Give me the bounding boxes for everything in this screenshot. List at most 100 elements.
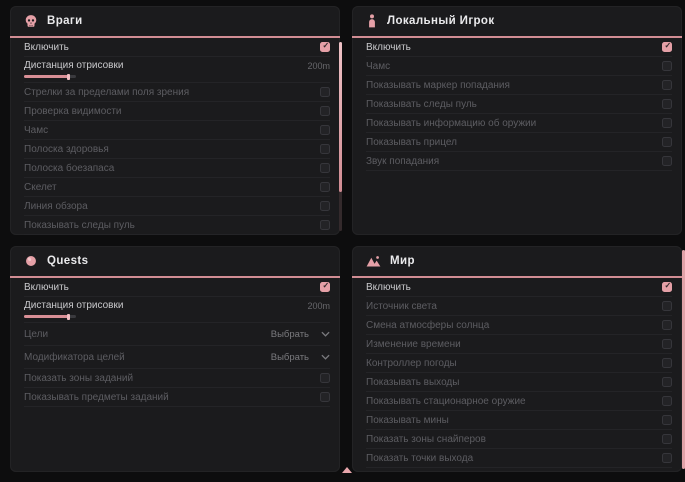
row-label: Показывать предметы заданий — [24, 392, 169, 403]
row-label: Чамс — [366, 61, 390, 72]
checkbox[interactable] — [320, 106, 330, 116]
settings-row: Проверка видимости — [24, 102, 330, 121]
panel-rows: ВключитьДистанция отрисовки200mЦелиВыбра… — [10, 278, 340, 407]
checkbox[interactable] — [320, 392, 330, 402]
checkbox[interactable] — [662, 282, 672, 292]
row-label: Включить — [366, 42, 411, 53]
settings-row: Показывать маркер попадания — [366, 76, 672, 95]
settings-row: Показывать выходы — [366, 373, 672, 392]
checkbox[interactable] — [320, 201, 330, 211]
checkbox[interactable] — [662, 301, 672, 311]
checkbox[interactable] — [320, 182, 330, 192]
dropdown-value: Выбрать — [271, 329, 309, 340]
row-label: Чамс — [24, 125, 48, 136]
settings-row: Стрелки за пределами поля зрения — [24, 83, 330, 102]
checkbox[interactable] — [662, 320, 672, 330]
settings-row: Дистанция отрисовки 200m — [24, 57, 330, 83]
checkbox[interactable] — [662, 61, 672, 71]
circle-icon — [24, 254, 38, 268]
mountain-icon — [366, 255, 381, 268]
panel-title: Quests — [47, 255, 88, 267]
checkbox[interactable] — [662, 118, 672, 128]
row-label: Линия обзора — [24, 201, 88, 212]
slider-value: 200m — [307, 61, 330, 71]
panel-title: Локальный Игрок — [387, 15, 495, 27]
panel-local-player-header: Локальный Игрок — [352, 6, 682, 38]
panel-world: Мир Включить Источник света Смена атмосфер… — [352, 246, 682, 472]
render-distance-slider[interactable] — [24, 75, 76, 78]
row-label: Источник света — [366, 301, 437, 312]
row-label: Модификатора целей — [24, 352, 125, 363]
row-label: Показывать прицел — [366, 137, 457, 148]
skull-icon — [24, 14, 38, 28]
checkbox[interactable] — [662, 137, 672, 147]
settings-row: Включить — [24, 38, 330, 57]
panel-title: Мир — [390, 255, 415, 267]
panel-enemies: Враги Включить Дистанция отрисовки 200m Стр… — [10, 6, 340, 235]
settings-row: Дистанция отрисовки200m — [24, 297, 330, 323]
settings-row: ЦелиВыбрать — [24, 323, 330, 346]
settings-row: Показывать информацию об оружии — [366, 114, 672, 133]
settings-row: Показывать стационарное оружие — [366, 392, 672, 411]
row-label: Показывать следы пуль — [366, 99, 477, 110]
render-distance-slider[interactable] — [24, 315, 76, 318]
row-label: Показывать следы пуль — [24, 220, 135, 231]
row-label: Стрелки за пределами поля зрения — [24, 87, 189, 98]
checkbox[interactable] — [320, 282, 330, 292]
settings-row: Показывать прицел — [366, 133, 672, 152]
settings-row: Показать зоны снайперов — [366, 430, 672, 449]
panel-rows: Включить Чамс Показывать маркер попадания П… — [352, 38, 682, 171]
dropdown[interactable]: Выбрать — [271, 329, 330, 340]
settings-row: Включить — [366, 38, 672, 57]
dropdown[interactable]: Выбрать — [271, 352, 330, 363]
checkbox[interactable] — [662, 453, 672, 463]
checkbox[interactable] — [662, 156, 672, 166]
checkbox[interactable] — [662, 99, 672, 109]
chevron-down-icon — [321, 354, 330, 360]
row-label: Показывать мины — [366, 415, 449, 426]
checkbox[interactable] — [320, 144, 330, 154]
checkbox[interactable] — [320, 163, 330, 173]
row-label: Включить — [366, 282, 411, 293]
checkbox[interactable] — [662, 42, 672, 52]
row-label: Изменение времени — [366, 339, 461, 350]
settings-row: Включить — [366, 278, 672, 297]
settings-row: Показать точки выхода — [366, 449, 672, 468]
checkbox[interactable] — [320, 87, 330, 97]
row-label: Показывать стационарное оружие — [366, 396, 526, 407]
settings-row: Полоска боезапаса — [24, 159, 330, 178]
checkbox[interactable] — [320, 373, 330, 383]
panel-rows: Включить Дистанция отрисовки 200m Стрелки з… — [10, 38, 340, 235]
settings-row: Источник света — [366, 297, 672, 316]
checkbox[interactable] — [320, 125, 330, 135]
row-label: Показать точки выхода — [366, 453, 473, 464]
settings-row: Полоска здоровья — [24, 140, 330, 159]
settings-row: Смена атмосферы солнца — [366, 316, 672, 335]
checkbox[interactable] — [662, 80, 672, 90]
checkbox[interactable] — [320, 220, 330, 230]
row-label: Скелет — [24, 182, 57, 193]
checkbox[interactable] — [662, 415, 672, 425]
settings-row: Чамс — [24, 121, 330, 140]
row-label: Дистанция отрисовки — [24, 60, 123, 71]
checkbox[interactable] — [662, 396, 672, 406]
checkbox[interactable] — [662, 358, 672, 368]
panel-quests-header: Quests — [10, 246, 340, 278]
row-label: Смена атмосферы солнца — [366, 320, 489, 331]
settings-row: Линия обзора — [24, 197, 330, 216]
slider-value: 200m — [307, 301, 330, 311]
scrollbar-thumb[interactable] — [339, 42, 342, 192]
row-label: Полоска здоровья — [24, 144, 109, 155]
settings-row: Показать зоны заданий — [24, 369, 330, 388]
row-label: Показывать маркер попадания — [366, 80, 510, 91]
checkbox[interactable] — [662, 339, 672, 349]
row-label: Полоска боезапаса — [24, 163, 114, 174]
settings-row: Чамс — [366, 57, 672, 76]
panel-title: Враги — [47, 15, 83, 27]
settings-row: Показывать мины — [366, 411, 672, 430]
checkbox[interactable] — [662, 377, 672, 387]
checkbox[interactable] — [320, 42, 330, 52]
checkbox[interactable] — [662, 434, 672, 444]
scrollbar-track[interactable] — [339, 42, 342, 231]
panel-rows: Включить Источник света Смена атмосферы со… — [352, 278, 682, 468]
